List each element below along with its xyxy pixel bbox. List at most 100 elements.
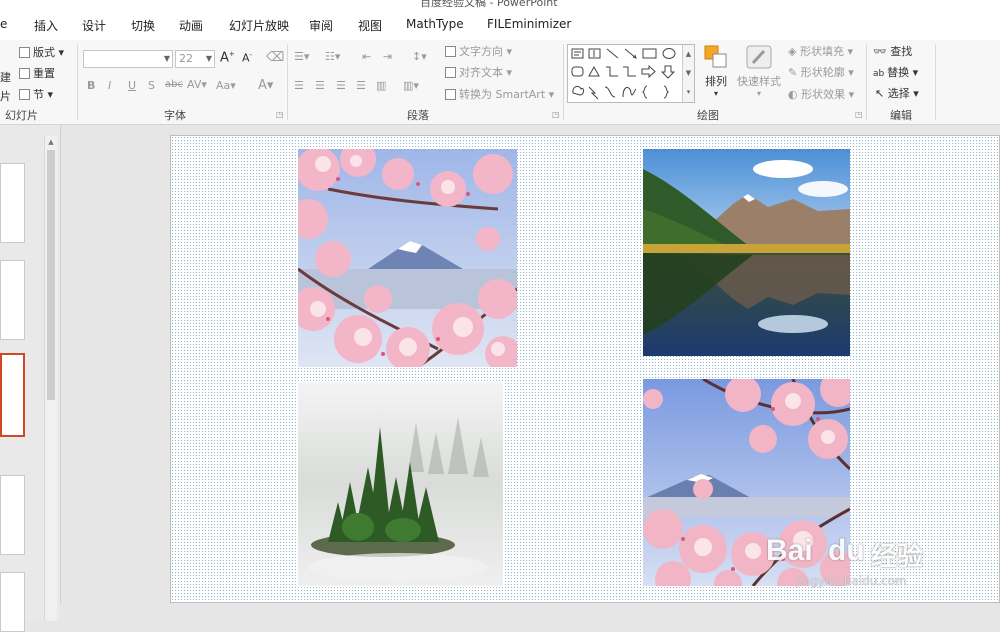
chevron-down-icon: ▾: [713, 89, 718, 98]
layout-button[interactable]: 版式 ▾: [19, 44, 64, 60]
select-button[interactable]: ↖ 选择 ▾: [875, 85, 919, 101]
shapes-gallery[interactable]: ▲ ▼ ▾: [567, 44, 695, 103]
underline-button[interactable]: U: [128, 79, 136, 92]
ribbon-tabs: e 插入 设计 切换 动画 幻灯片放映 审阅 视图 MathType FILEm…: [0, 8, 1000, 40]
tab-mathtype[interactable]: MathType: [406, 17, 464, 31]
binoculars-icon: 👓: [873, 45, 891, 58]
chevron-down-icon: ▼: [205, 54, 212, 63]
quick-styles-button[interactable]: 快速样式 ▾: [734, 44, 784, 98]
divider: [287, 44, 288, 120]
tab-slideshow[interactable]: 幻灯片放映: [229, 17, 289, 34]
scrollbar-thumb[interactable]: [47, 150, 55, 400]
pencil-icon: ✎: [788, 66, 801, 79]
strikethrough-button[interactable]: abc: [165, 79, 183, 90]
align-center-icon[interactable]: ☰: [315, 79, 325, 92]
cherry-blossom-fuji-picture: [298, 149, 517, 367]
align-text-button[interactable]: 对齐文本 ▾: [445, 64, 512, 80]
numbering-button[interactable]: ☷▾: [325, 50, 340, 63]
align-left-icon[interactable]: ☰: [294, 79, 304, 92]
slide-thumbnail[interactable]: [0, 163, 25, 243]
tab-design[interactable]: 设计: [82, 17, 106, 34]
align-text-icon: [445, 67, 456, 78]
arrange-icon: [704, 45, 727, 68]
window-title: 百度经验文稿 - PowerPoint: [420, 0, 558, 8]
section-button[interactable]: 节 ▾: [19, 86, 53, 102]
line-spacing-button[interactable]: ↕▾: [412, 50, 427, 63]
shrink-font-button[interactable]: A-: [242, 51, 252, 65]
slide-canvas[interactable]: Bai du 经验 jingyan.baidu.com: [170, 135, 1000, 603]
bullets-button[interactable]: ☰▾: [294, 50, 309, 63]
shape-fill-button[interactable]: ◈ 形状填充 ▾: [788, 43, 853, 59]
shape-outline-button[interactable]: ✎ 形状轮廓 ▾: [788, 64, 854, 80]
drawing-group-label: 绘图: [697, 109, 719, 122]
align-right-icon[interactable]: ☰: [336, 79, 346, 92]
scroll-up-icon[interactable]: ▲: [45, 136, 57, 148]
font-color-button[interactable]: A▾: [258, 78, 273, 93]
divider: [77, 44, 78, 120]
tab-view[interactable]: 视图: [358, 17, 382, 34]
paragraph-group-label: 段落: [407, 109, 429, 122]
tab-animations[interactable]: 动画: [179, 17, 203, 34]
bold-button[interactable]: B: [87, 79, 95, 92]
editing-group-label: 编辑: [890, 109, 912, 122]
new-slide-label-1[interactable]: 建: [0, 69, 11, 85]
text-direction-button[interactable]: 文字方向 ▾: [445, 43, 512, 59]
font-dialog-launcher-icon[interactable]: ◳: [276, 110, 284, 119]
shape-effects-button[interactable]: ◐ 形状效果 ▾: [788, 86, 854, 102]
change-case-button[interactable]: Aa▾: [216, 79, 236, 92]
distribute-icon[interactable]: ▥: [376, 79, 386, 92]
tab-insert[interactable]: 插入: [34, 17, 58, 34]
replace-button[interactable]: ab 替换 ▾: [873, 64, 918, 80]
grow-font-button[interactable]: A+: [220, 50, 235, 65]
cursor-icon: ↖: [875, 87, 888, 100]
status-bar: [60, 603, 1000, 621]
chevron-down-icon: ▾: [756, 89, 761, 98]
shapes-gallery-icons: [571, 48, 676, 100]
italic-button[interactable]: I: [108, 79, 111, 92]
slide-thumbnail[interactable]: [0, 572, 25, 632]
thumbnail-scrollbar[interactable]: ▲: [44, 136, 57, 621]
shadow-button[interactable]: S: [148, 79, 155, 92]
title-bar: 百度经验文稿 - PowerPoint: [0, 0, 1000, 8]
slide-thumbnail[interactable]: [0, 260, 25, 340]
tab-review[interactable]: 审阅: [309, 17, 333, 34]
shapes-gallery-scroll[interactable]: ▲ ▼ ▾: [682, 45, 694, 102]
slide-thumbnail[interactable]: [0, 475, 25, 555]
text-direction-icon: [445, 46, 456, 57]
char-spacing-button[interactable]: AV▾: [187, 78, 207, 91]
divider: [563, 44, 564, 120]
cherry-blossom-fuji-image[interactable]: [298, 149, 517, 367]
effects-icon: ◐: [788, 88, 802, 101]
misty-forest-island-picture: [298, 382, 503, 586]
divider: [935, 44, 936, 120]
divider: [866, 44, 867, 120]
font-name-combo[interactable]: ▼: [83, 50, 173, 68]
new-slide-label-2[interactable]: 片: [0, 88, 11, 104]
clear-format-icon[interactable]: ⌫: [266, 50, 284, 65]
replace-icon: ab: [873, 69, 888, 79]
slides-group-label: 幻灯片: [5, 109, 38, 122]
smartart-icon: [445, 89, 456, 100]
slide-thumbnail-selected[interactable]: [0, 353, 25, 437]
decrease-indent-icon[interactable]: ⇤: [362, 50, 371, 63]
tab-transitions[interactable]: 切换: [131, 17, 155, 34]
mountain-lake-image[interactable]: [643, 149, 850, 356]
tab-fileminimizer[interactable]: FILEminimizer: [487, 17, 571, 31]
find-button[interactable]: 👓 查找: [873, 43, 912, 59]
font-size-combo[interactable]: 22 ▼: [175, 50, 215, 68]
font-group-label: 字体: [164, 109, 186, 122]
paint-bucket-icon: ◈: [788, 45, 800, 58]
justify-icon[interactable]: ☰: [356, 79, 366, 92]
smartart-button[interactable]: 转换为 SmartArt ▾: [445, 86, 554, 102]
paragraph-dialog-launcher-icon[interactable]: ◳: [552, 110, 560, 119]
misty-forest-island-image[interactable]: [298, 382, 503, 586]
arrange-button[interactable]: 排列 ▾: [701, 44, 731, 98]
columns-button[interactable]: ▥▾: [403, 79, 419, 92]
drawing-dialog-launcher-icon[interactable]: ◳: [855, 110, 863, 119]
reset-icon: [19, 68, 30, 79]
reset-button[interactable]: 重置: [19, 65, 55, 81]
layout-icon: [19, 47, 30, 58]
chevron-down-icon: ▼: [163, 54, 170, 63]
increase-indent-icon[interactable]: ⇥: [383, 50, 392, 63]
tab-home-partial[interactable]: e: [0, 17, 7, 31]
